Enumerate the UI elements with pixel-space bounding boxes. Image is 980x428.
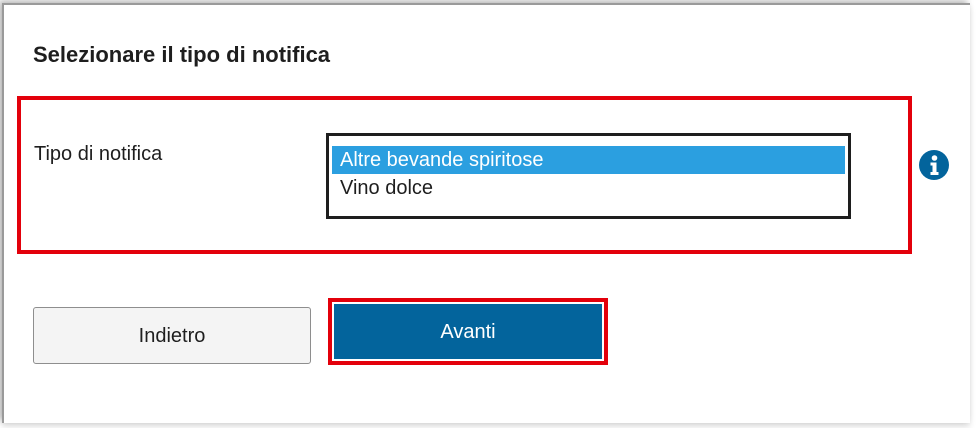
info-icon[interactable] — [918, 149, 950, 181]
option-altre-bevande-spiritose[interactable]: Altre bevande spiritose — [332, 146, 845, 174]
option-vino-dolce[interactable]: Vino dolce — [332, 174, 845, 202]
notification-type-label: Tipo di notifica — [34, 143, 163, 165]
screenshot-canvas: Selezionare il tipo di notifica Tipo di … — [0, 0, 980, 428]
page-title: Selezionare il tipo di notifica — [33, 42, 331, 67]
notification-type-listbox[interactable]: Altre bevande spiritose Vino dolce — [326, 133, 851, 219]
back-button[interactable]: Indietro — [33, 307, 311, 364]
next-button[interactable]: Avanti — [334, 304, 602, 359]
